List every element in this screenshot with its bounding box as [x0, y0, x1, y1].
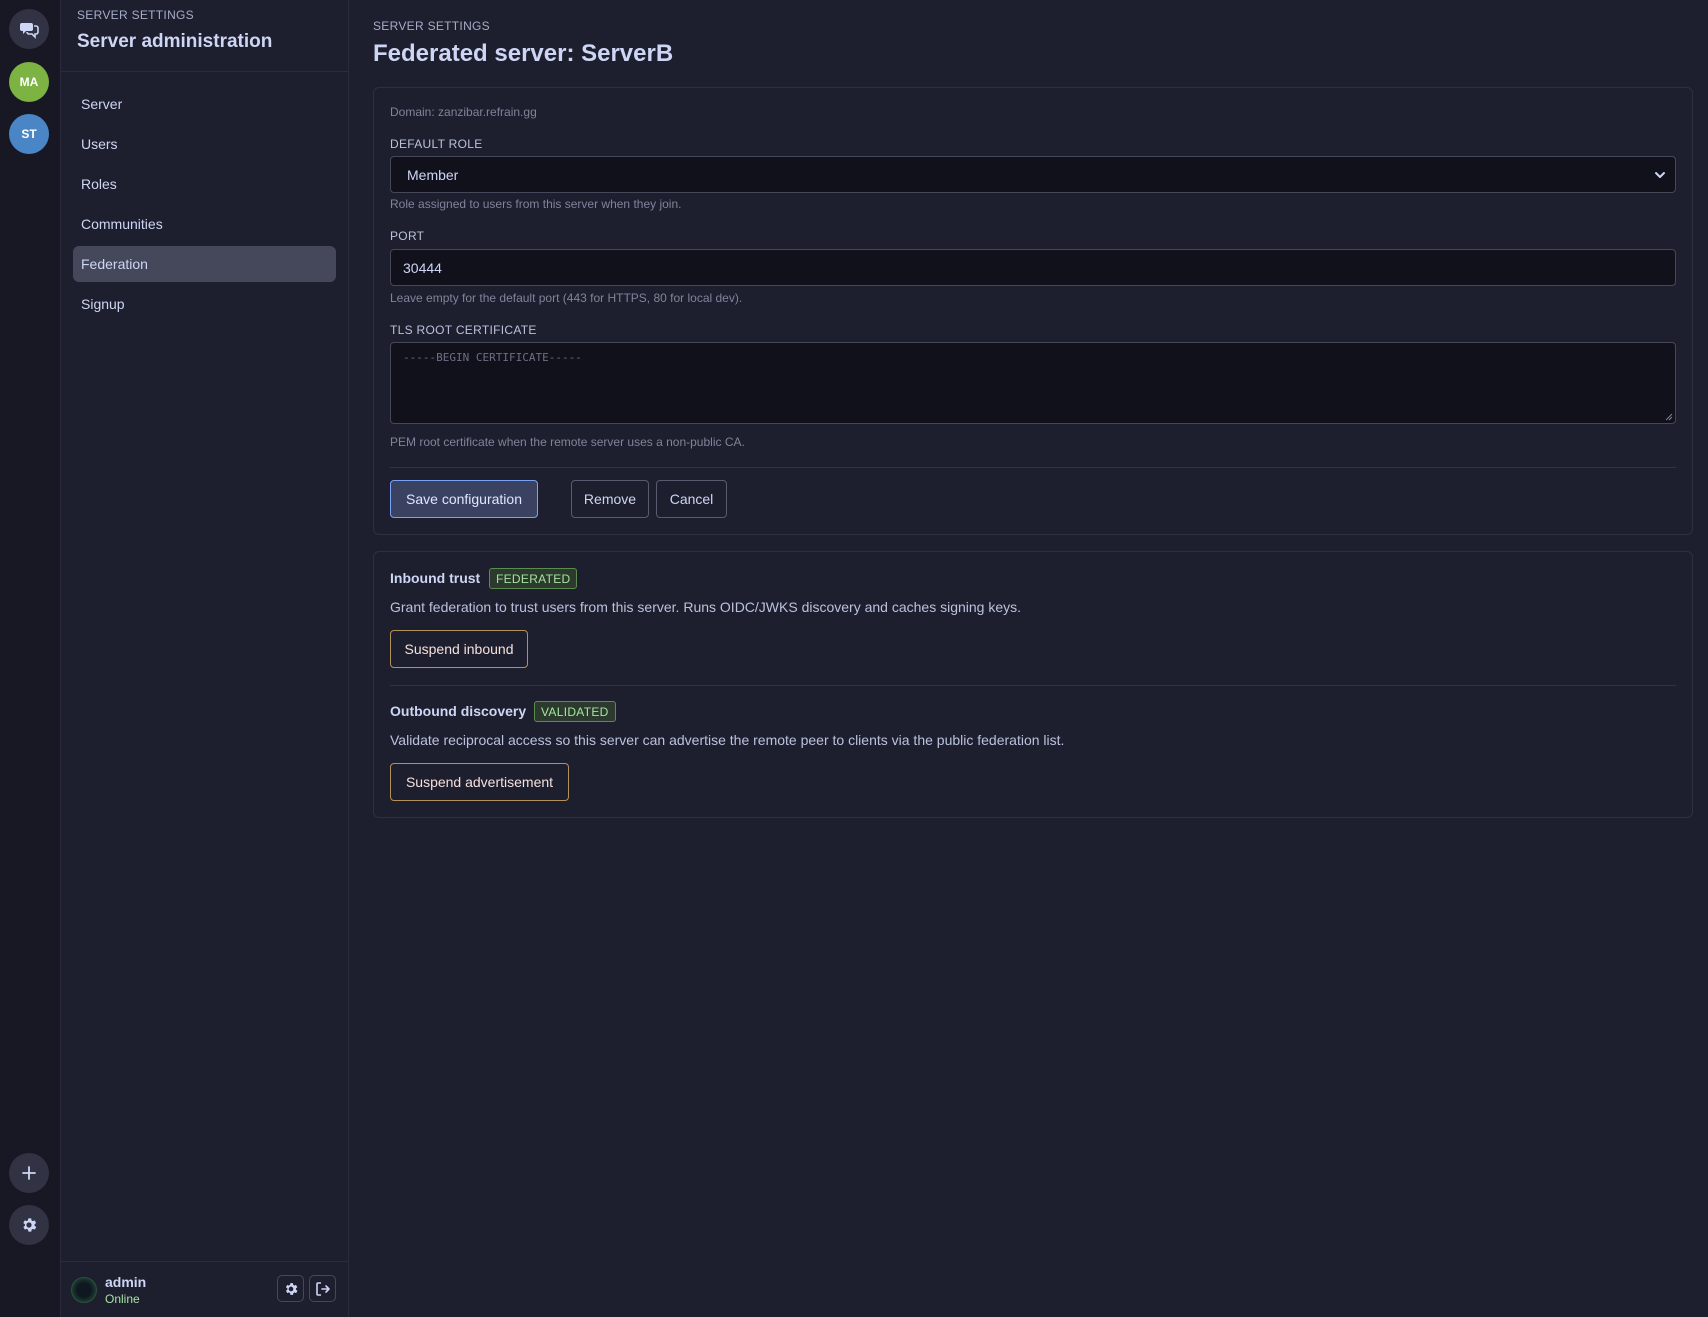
sidebar-item-federation[interactable]: Federation — [73, 246, 336, 282]
user-name: admin — [105, 1273, 147, 1290]
chat-icon — [20, 23, 39, 39]
outbound-discovery-title: Outbound discovery — [390, 703, 527, 719]
page-title: Federated server: ServerB — [373, 40, 674, 67]
suspend-advertisement-button[interactable]: Suspend advertisement — [390, 763, 569, 801]
resize-handle-icon[interactable] — [1665, 413, 1673, 421]
default-role-select[interactable]: Member — [390, 156, 1676, 193]
sidebar-item-label: Federation — [81, 256, 148, 272]
default-role-hint: Role assigned to users from this server … — [390, 197, 682, 211]
sidebar-item-label: Communities — [81, 216, 163, 232]
logout-button[interactable] — [309, 1275, 336, 1302]
sidebar-item-communities[interactable]: Communities — [73, 206, 336, 242]
sidebar-eyebrow: SERVER SETTINGS — [77, 8, 194, 22]
inbound-trust-description: Grant federation to trust users from thi… — [390, 599, 1022, 615]
avatar[interactable] — [71, 1276, 97, 1303]
inbound-trust-title: Inbound trust — [390, 570, 481, 586]
server-rail: MA ST — [0, 0, 61, 1317]
server-config-card: Domain: zanzibar.refrain.gg DEFAULT ROLE… — [373, 87, 1693, 535]
settings-sidebar: SERVER SETTINGS Server administration Se… — [61, 0, 349, 1317]
port-hint: Leave empty for the default port (443 fo… — [390, 291, 743, 305]
sidebar-item-label: Roles — [81, 176, 117, 192]
page-eyebrow: SERVER SETTINGS — [373, 19, 490, 33]
sidebar-item-server[interactable]: Server — [73, 86, 336, 122]
gear-icon — [285, 1282, 297, 1295]
user-settings-button[interactable] — [277, 1275, 304, 1302]
chevron-down-icon — [1655, 172, 1665, 178]
server-settings-button[interactable] — [9, 1205, 49, 1245]
tls-label: TLS ROOT CERTIFICATE — [390, 323, 537, 337]
tls-placeholder: -----BEGIN CERTIFICATE----- — [403, 351, 582, 364]
suspend-inbound-button[interactable]: Suspend inbound — [390, 630, 528, 668]
gear-icon — [23, 1218, 37, 1232]
user-panel: admin Online — [61, 1261, 349, 1317]
cancel-button[interactable]: Cancel — [656, 480, 727, 518]
outbound-discovery-description: Validate reciprocal access so this serve… — [390, 732, 1065, 748]
server-ma-button[interactable]: MA — [9, 62, 49, 102]
sidebar-item-users[interactable]: Users — [73, 126, 336, 162]
tls-hint: PEM root certificate when the remote ser… — [390, 435, 745, 449]
status-badge: FEDERATED — [489, 568, 578, 589]
direct-messages-button[interactable] — [9, 9, 49, 49]
server-st-button[interactable]: ST — [9, 114, 49, 154]
logout-icon — [315, 1281, 330, 1296]
sidebar-item-roles[interactable]: Roles — [73, 166, 336, 202]
divider — [390, 467, 1676, 468]
save-configuration-button[interactable]: Save configuration — [390, 480, 538, 518]
user-info: admin Online — [105, 1274, 146, 1306]
port-label: PORT — [390, 229, 425, 243]
domain-text: Domain: zanzibar.refrain.gg — [390, 105, 537, 119]
sidebar-item-label: Signup — [81, 296, 125, 312]
port-input[interactable]: 30444 — [390, 249, 1676, 286]
status-badge: VALIDATED — [534, 701, 616, 722]
user-status: Online — [105, 1291, 140, 1306]
federation-status-card: Inbound trust FEDERATED Grant federation… — [373, 551, 1693, 818]
sidebar-item-label: Users — [81, 136, 118, 152]
add-server-button[interactable] — [9, 1153, 49, 1193]
tls-certificate-textarea[interactable]: -----BEGIN CERTIFICATE----- — [390, 342, 1676, 424]
settings-nav: Server Users Roles Communities Federatio… — [61, 72, 348, 322]
sidebar-item-signup[interactable]: Signup — [73, 286, 336, 322]
default-role-value: Member — [407, 166, 459, 183]
default-role-label: DEFAULT ROLE — [390, 137, 483, 151]
sidebar-header: SERVER SETTINGS Server administration — [61, 0, 348, 72]
remove-button[interactable]: Remove — [571, 480, 649, 518]
sidebar-title: Server administration — [77, 31, 273, 52]
plus-icon — [22, 1166, 36, 1180]
divider — [390, 685, 1676, 686]
port-value: 30444 — [403, 259, 442, 276]
sidebar-item-label: Server — [81, 96, 123, 112]
